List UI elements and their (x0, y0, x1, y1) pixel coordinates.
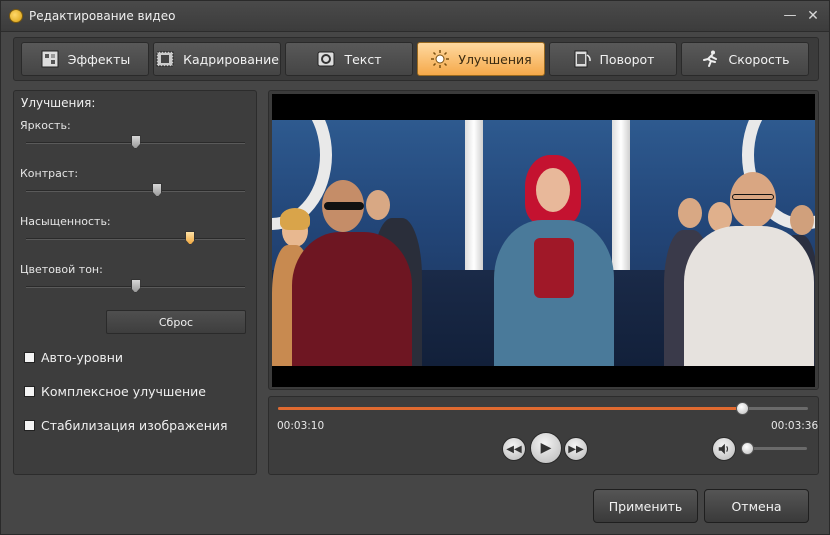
saturation-slider-thumb[interactable] (185, 231, 196, 245)
checkbox-box[interactable] (24, 386, 35, 397)
checkbox-label: Авто-уровни (41, 350, 124, 365)
tab-label: Текст (344, 51, 382, 67)
video-preview-frame (268, 90, 819, 390)
play-icon: ▶ (540, 440, 552, 456)
cancel-button[interactable]: Отмена (704, 489, 809, 523)
brightness-slider-thumb[interactable] (130, 135, 141, 149)
volume-button[interactable] (712, 437, 736, 461)
enhance-icon (430, 49, 450, 69)
video-frame-image (272, 120, 815, 366)
tab-text[interactable]: Текст (285, 42, 413, 76)
checkbox-label: Стабилизация изображения (41, 418, 228, 433)
volume-knob[interactable] (741, 442, 754, 455)
tab-effects[interactable]: Эффекты (21, 42, 149, 76)
video-preview[interactable] (272, 94, 815, 387)
close-button[interactable]: ✕ (804, 7, 822, 25)
hue-label: Цветовой тон: (20, 263, 103, 276)
rotate-icon (572, 49, 592, 69)
timeline-progress (278, 407, 742, 410)
total-time: 00:03:36 (771, 420, 819, 432)
contrast-slider[interactable] (26, 183, 245, 197)
effects-icon (40, 49, 60, 69)
stabilization-checkbox[interactable]: Стабилизация изображения (24, 418, 228, 433)
speed-icon (700, 49, 720, 69)
auto-levels-checkbox[interactable]: Авто-уровни (24, 350, 123, 365)
volume-slider[interactable] (741, 442, 807, 455)
hue-slider-thumb[interactable] (130, 279, 141, 293)
next-button[interactable]: ▶▶ (564, 437, 588, 461)
brightness-slider[interactable] (26, 135, 245, 149)
tab-speed[interactable]: Скорость (681, 42, 809, 76)
tab-bar: Эффекты Кадрирование Текст Улучшения Пов… (13, 37, 819, 81)
apply-button[interactable]: Применить (593, 489, 698, 523)
contrast-label: Контраст: (20, 167, 79, 180)
tab-enhance[interactable]: Улучшения (417, 42, 545, 76)
complex-enhance-checkbox[interactable]: Комплексное улучшение (24, 384, 206, 399)
previous-button[interactable]: ◀◀ (502, 437, 526, 461)
skip-back-icon: ◀◀ (506, 443, 522, 455)
brightness-label: Яркость: (20, 119, 71, 132)
text-icon (316, 49, 336, 69)
tab-label: Эффекты (67, 51, 131, 67)
enhancements-heading: Улучшения: (21, 96, 96, 110)
window-title: Редактирование видео (29, 9, 176, 23)
tab-crop[interactable]: Кадрирование (153, 42, 281, 76)
play-button[interactable]: ▶ (530, 432, 562, 464)
timeline-slider[interactable] (278, 402, 808, 415)
tab-rotate[interactable]: Поворот (549, 42, 677, 76)
speaker-icon (718, 443, 729, 455)
tab-label: Поворот (599, 51, 655, 67)
checkbox-box[interactable] (24, 352, 35, 363)
saturation-label: Насыщенность: (20, 215, 111, 228)
skip-forward-icon: ▶▶ (568, 443, 584, 455)
enhancements-panel: Улучшения: Яркость: Контраст: Насыщеннос… (13, 90, 257, 475)
checkbox-box[interactable] (24, 420, 35, 431)
tab-label: Улучшения (458, 51, 532, 67)
video-editor-window: Редактирование видео — ✕ Эффекты Кадриро… (0, 0, 830, 535)
tab-label: Кадрирование (183, 51, 279, 67)
playback-panel: 00:03:10 00:03:36 ◀◀ ▶ ▶▶ (268, 396, 819, 475)
current-time: 00:03:10 (277, 420, 325, 432)
app-logo-icon (9, 9, 23, 23)
timeline-knob[interactable] (735, 402, 749, 415)
saturation-slider[interactable] (26, 231, 245, 245)
contrast-slider-thumb[interactable] (152, 183, 163, 197)
tab-label: Скорость (728, 51, 790, 67)
title-bar: Редактирование видео — ✕ (1, 1, 829, 32)
hue-slider[interactable] (26, 279, 245, 293)
minimize-button[interactable]: — (781, 7, 799, 25)
crop-icon (155, 49, 175, 69)
checkbox-label: Комплексное улучшение (41, 384, 206, 399)
reset-button[interactable]: Сброс (106, 310, 246, 334)
